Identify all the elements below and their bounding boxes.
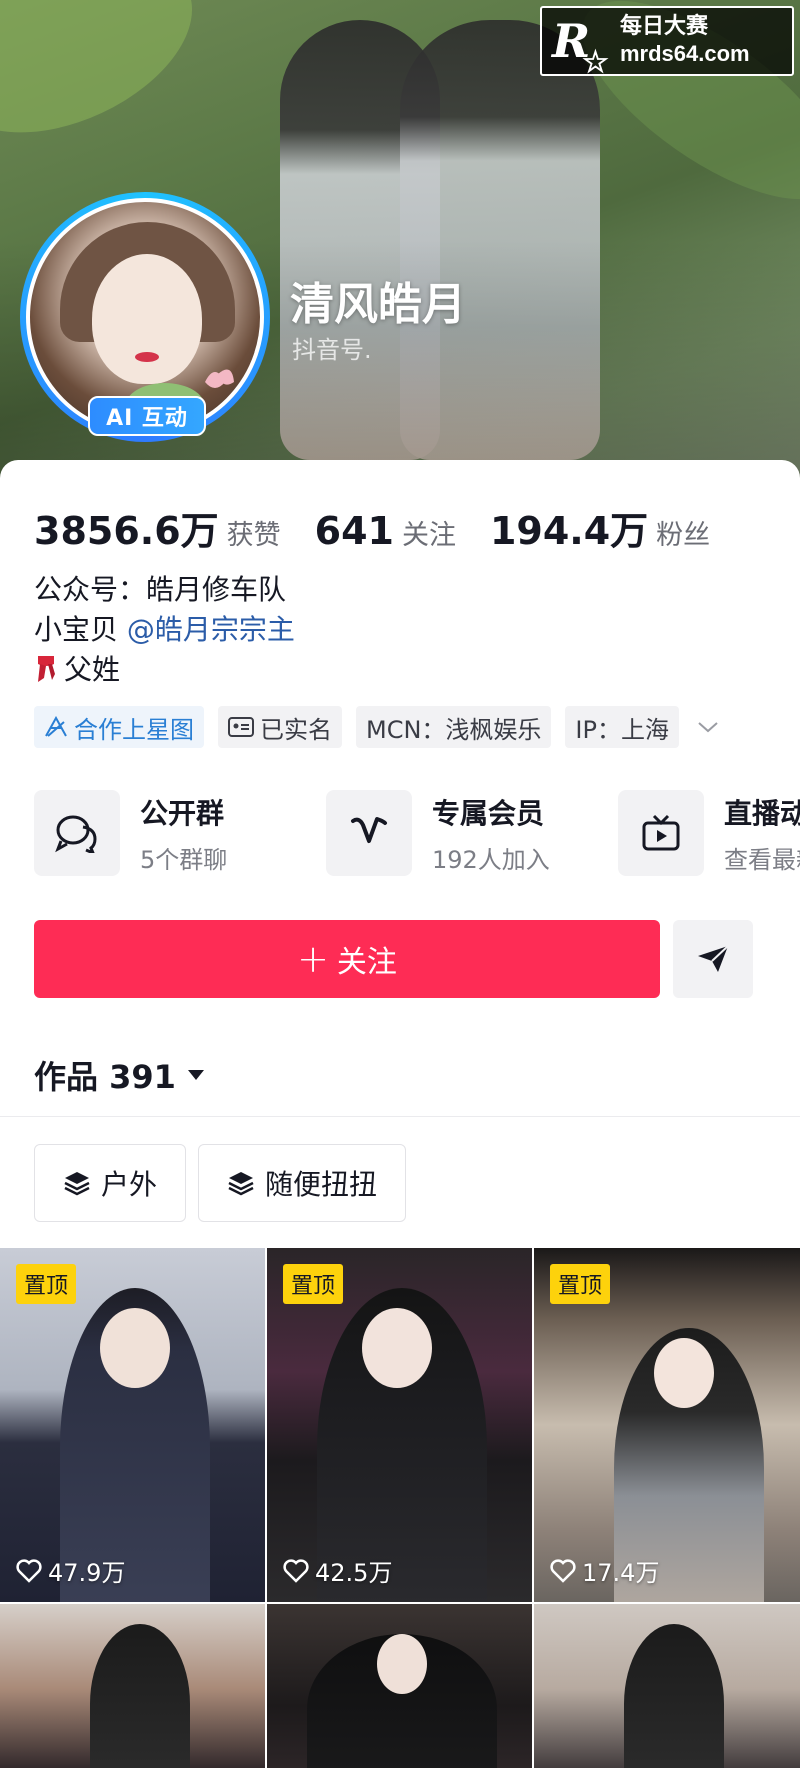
works-tab[interactable]: 作品 391: [34, 1052, 206, 1098]
heart-icon: [16, 1558, 42, 1583]
collection-label: 户外: [101, 1168, 158, 1201]
group-chat-icon: [55, 815, 97, 853]
heart-icon: [550, 1558, 576, 1583]
profile-card: 3856.6万 获赞 641 关注 194.4万 粉丝 公众号：皓月修车队 小宝…: [0, 460, 800, 1768]
plus-icon: +: [297, 937, 329, 981]
tag-label: MCN：浅枫娱乐: [366, 715, 542, 744]
profile-bio: 公众号：皓月修车队 小宝贝 @皓月宗宗主 父姓: [34, 570, 295, 690]
tag-verified[interactable]: 已实名: [218, 706, 342, 748]
collection-outdoor[interactable]: 户外: [34, 1144, 187, 1222]
feature-public-group[interactable]: 公开群 5个群聊: [34, 790, 326, 876]
feature-subtitle: 192人加入: [432, 845, 550, 874]
ai-interaction-badge[interactable]: AI 互动: [88, 396, 206, 436]
video-thumbnail[interactable]: [0, 1604, 265, 1768]
feature-live[interactable]: 直播动态 查看最新直播: [618, 790, 800, 876]
bio-line: 小宝贝 @皓月宗宗主: [34, 613, 295, 646]
stat-value: 641: [314, 509, 394, 553]
video-thumbnail[interactable]: 置顶 42.5万: [267, 1248, 532, 1602]
bio-line: 公众号：皓月修车队: [34, 573, 287, 606]
watermark-url: mrds64.com: [620, 41, 750, 66]
profile-stats: 3856.6万 获赞 641 关注 194.4万 粉丝: [34, 500, 744, 555]
divider: [0, 1116, 800, 1117]
send-icon: [698, 945, 729, 972]
tv-icon: [642, 814, 680, 851]
douyin-id[interactable]: 抖音号.: [292, 330, 372, 365]
heart-icon: [283, 1558, 309, 1583]
tag-mcn[interactable]: MCN：浅枫娱乐: [356, 706, 552, 748]
like-count: 42.5万: [283, 1553, 392, 1588]
tag-ip[interactable]: IP：上海: [565, 706, 679, 748]
feature-title: 直播动态: [724, 796, 800, 830]
video-grid: 置顶 47.9万 置顶 42.5万 置顶 17.4万: [0, 1248, 800, 1768]
star-map-icon: [45, 716, 67, 737]
stat-likes[interactable]: 3856.6万 获赞: [34, 500, 281, 555]
stat-value: 3856.6万: [34, 509, 219, 553]
pinned-badge: 置顶: [550, 1264, 611, 1304]
feature-subtitle: 查看最新直播: [724, 845, 800, 874]
caret-down-icon: [187, 1070, 204, 1080]
tag-label: 合作上星图: [74, 715, 194, 744]
mention-link[interactable]: @皓月宗宗主: [127, 613, 295, 646]
stat-label: 粉丝: [656, 520, 711, 551]
profile-nickname: 清风皓月: [290, 279, 466, 330]
feature-row: 公开群 5个群聊 专属会员 192人加入 直播动 查看最: [34, 790, 800, 876]
tag-star-map[interactable]: 合作上星图: [34, 706, 204, 748]
send-message-button[interactable]: [673, 920, 753, 998]
expand-tags-button[interactable]: [693, 706, 723, 748]
tag-label: 已实名: [260, 715, 332, 744]
follow-button-label: 关注: [336, 945, 397, 980]
id-card-icon: [228, 717, 254, 737]
feature-subtitle: 5个群聊: [140, 845, 228, 874]
watermark: R ☆ 每日大赛 mrds64.com: [540, 6, 794, 80]
video-thumbnail[interactable]: [534, 1604, 800, 1768]
like-count: 17.4万: [550, 1553, 659, 1588]
feature-membership[interactable]: 专属会员 192人加入: [326, 790, 618, 876]
pinned-badge: 置顶: [16, 1264, 77, 1304]
pinned-badge: 置顶: [283, 1264, 344, 1304]
scarf-icon: [38, 656, 55, 682]
feature-title: 公开群: [140, 796, 225, 830]
member-v-icon: [351, 817, 387, 843]
works-title-label: 作品 391: [34, 1058, 176, 1096]
watermark-brand: 每日大赛: [620, 14, 709, 39]
collection-casual-dance[interactable]: 随便扭扭: [198, 1144, 407, 1222]
video-thumbnail[interactable]: [267, 1604, 532, 1768]
tag-label: IP：上海: [575, 715, 669, 744]
watermark-logo: R ☆: [552, 14, 609, 80]
video-thumbnail[interactable]: 置顶 17.4万: [534, 1248, 800, 1602]
cover-leaf: [0, 0, 220, 168]
bio-line: 父姓: [34, 650, 295, 690]
chevron-down-icon: [698, 722, 718, 733]
video-thumbnail[interactable]: 置顶 47.9万: [0, 1248, 265, 1602]
collection-label: 随便扭扭: [265, 1168, 378, 1201]
stat-label: 获赞: [226, 520, 281, 551]
profile-tags: 合作上星图 已实名 MCN：浅枫娱乐 IP：上海: [34, 706, 723, 748]
collection-list: 户外 随便扭扭: [34, 1144, 418, 1222]
stat-following[interactable]: 641 关注: [315, 509, 456, 553]
layers-icon: [228, 1172, 254, 1196]
stat-value: 194.4万: [489, 509, 649, 553]
feature-title: 专属会员: [432, 796, 545, 830]
follow-button[interactable]: + 关注: [34, 920, 660, 998]
stat-label: 关注: [401, 520, 456, 551]
layers-icon: [64, 1172, 90, 1196]
stat-followers[interactable]: 194.4万 粉丝: [490, 500, 710, 555]
like-count: 47.9万: [16, 1553, 125, 1588]
